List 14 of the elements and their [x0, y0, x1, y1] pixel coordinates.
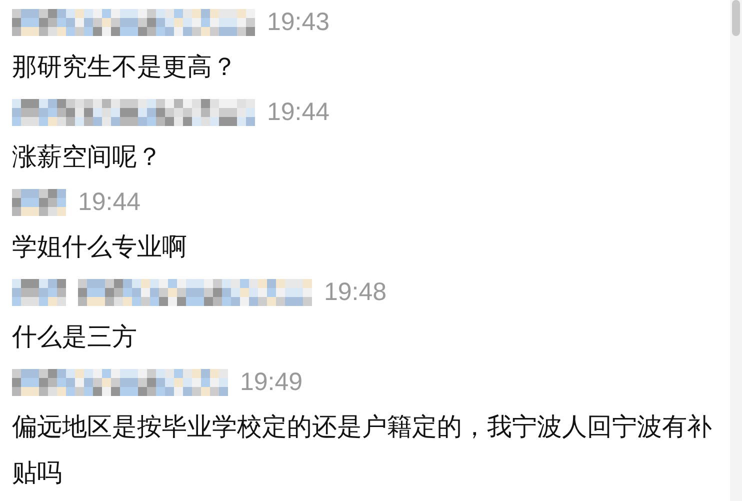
message-text: 那研究生不是更高？ [12, 51, 238, 83]
scrollbar[interactable] [730, 0, 742, 501]
message-text: 学姐什么专业啊 [12, 231, 188, 263]
message-time: 19:48 [324, 278, 387, 306]
message-text: 偏远地区是按毕业学校定的还是户籍定的，我宁波人回宁波有补贴吗 [12, 411, 712, 489]
pixelated-name-drawing [12, 278, 66, 306]
message-text: 什么是三方 [12, 321, 138, 353]
message-time: 19:43 [267, 8, 330, 36]
message-time: 19:44 [78, 188, 141, 216]
message-time: 19:44 [267, 98, 330, 126]
message-text: 涨薪空间呢？ [12, 141, 163, 173]
message-time: 19:49 [240, 368, 303, 396]
pixelated-name-drawing [12, 188, 66, 216]
scrollbar-thumb[interactable] [732, 0, 740, 36]
